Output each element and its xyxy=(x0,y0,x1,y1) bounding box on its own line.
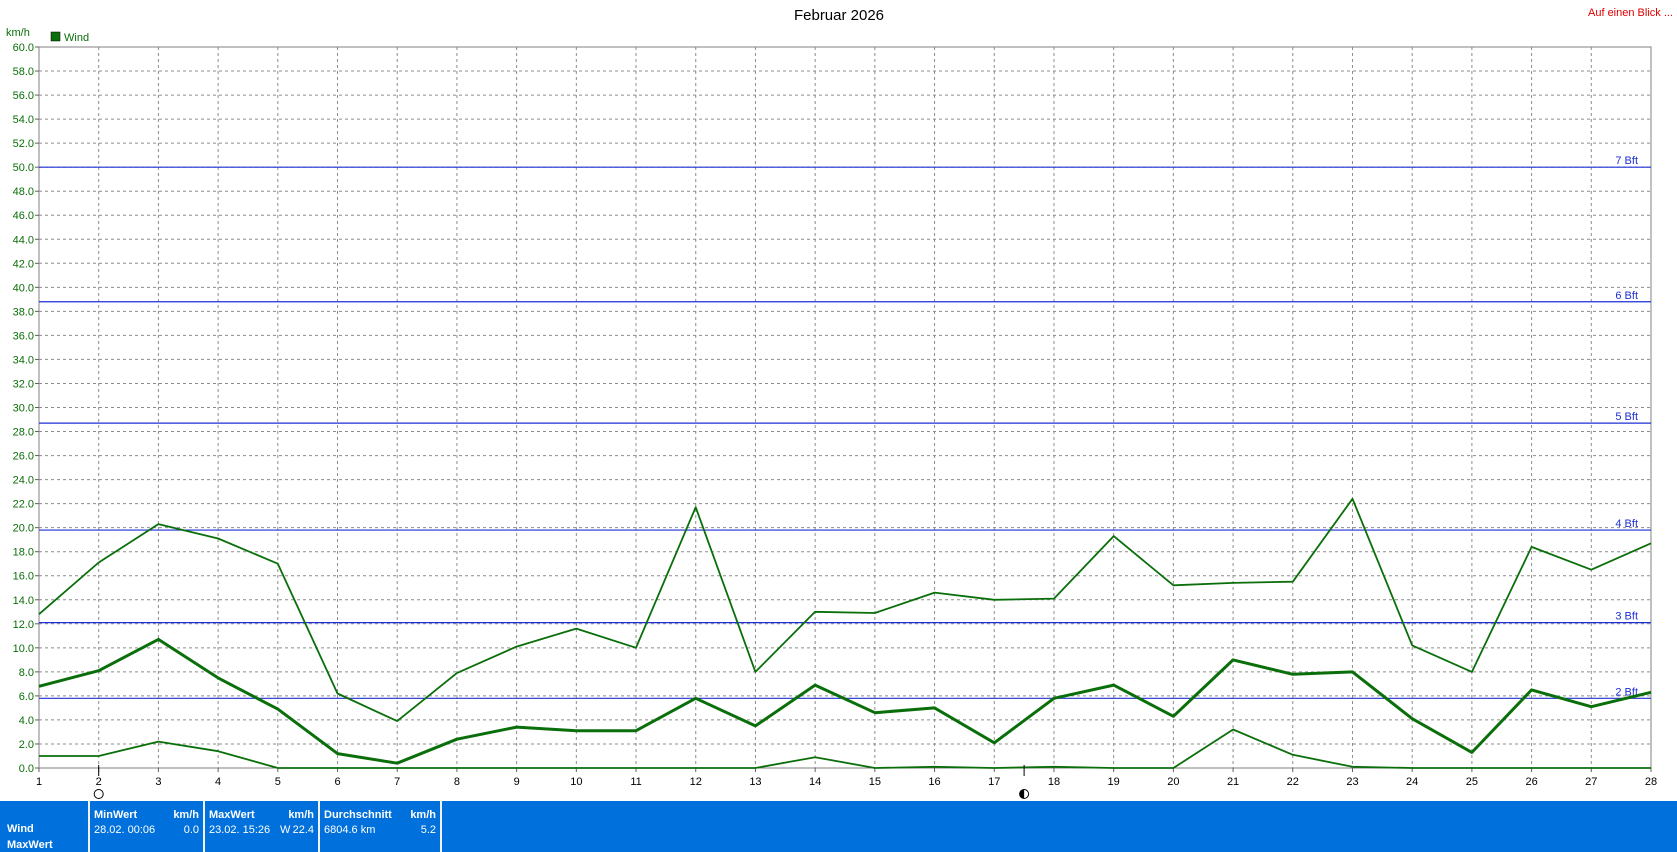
x-tick-label: 6 xyxy=(334,776,340,788)
row-label-wind: Wind xyxy=(7,823,34,835)
x-tick-label: 22 xyxy=(1287,776,1299,788)
y-tick-label: 48.0 xyxy=(13,186,34,198)
x-tick-label: 2 xyxy=(96,776,102,788)
y-tick-label: 54.0 xyxy=(13,114,34,126)
beaufort-label: 6 Bft xyxy=(1615,290,1638,302)
y-tick-label: 26.0 xyxy=(13,451,34,463)
avg-value: 5.2 xyxy=(420,824,436,836)
min-header: MinWert xyxy=(94,809,138,821)
y-tick-label: 44.0 xyxy=(13,234,34,246)
x-tick-label: 20 xyxy=(1167,776,1179,788)
y-tick-labels: 0.0 2.0 4.0 6.0 8.0 10.0 12.0 14.0 16.0 18.0 20.0 2… xyxy=(13,42,34,775)
y-tick-label: 12.0 xyxy=(13,619,34,631)
max-header: MaxWert xyxy=(209,809,255,821)
y-tick-label: 14.0 xyxy=(13,595,34,607)
y-tick-label: 4.0 xyxy=(19,715,34,727)
y-tick-label: 18.0 xyxy=(13,547,34,559)
y-tick-label: 60.0 xyxy=(13,42,34,54)
x-tick-label: 12 xyxy=(690,776,702,788)
beaufort-label: 3 Bft xyxy=(1615,611,1638,623)
x-tick-label: 19 xyxy=(1108,776,1120,788)
max-value: 22.4 xyxy=(292,824,314,836)
x-tick-label: 25 xyxy=(1466,776,1478,788)
x-tick-label: 17 xyxy=(988,776,1000,788)
x-tick-label: 24 xyxy=(1406,776,1418,788)
avg-distance: 6804.6 km xyxy=(324,824,376,836)
beaufort-label: 5 Bft xyxy=(1615,411,1638,423)
x-tick-label: 26 xyxy=(1525,776,1537,788)
legend-label-wind: Wind xyxy=(64,32,89,44)
beaufort-label: 4 Bft xyxy=(1615,518,1638,530)
y-tick-label: 24.0 xyxy=(13,475,34,487)
x-tick-label: 5 xyxy=(275,776,281,788)
y-tick-label: 38.0 xyxy=(13,306,34,318)
x-tick-label: 28 xyxy=(1645,776,1657,788)
moon-markers xyxy=(93,765,1030,799)
y-tick-label: 22.0 xyxy=(13,499,34,511)
y-tick-label: 56.0 xyxy=(13,90,34,102)
wind-chart: Februar 2026 Auf einen Blick ... km/h Wi… xyxy=(6,7,1673,799)
y-tick-label: 58.0 xyxy=(13,66,34,78)
beaufort-label: 7 Bft xyxy=(1615,155,1638,167)
x-tick-label: 14 xyxy=(809,776,821,788)
x-tick-labels: 1 2 3 4 5 6 7 8 9 10 11 12 13 14 15 16 17 18 19 20 21 22 23 24 2… xyxy=(36,776,1657,788)
y-tick-label: 10.0 xyxy=(13,643,34,655)
min-when: 28.02. 00:06 xyxy=(94,824,156,836)
x-tick-label: 8 xyxy=(454,776,460,788)
x-tick-label: 1 xyxy=(36,776,42,788)
separator xyxy=(440,801,442,852)
x-tick-label: 10 xyxy=(570,776,582,788)
stats-min-cell: MinWert km/h 28.02. 00:06 0.0 xyxy=(90,801,203,852)
max-direction: W xyxy=(280,824,291,836)
y-tick-label: 0.0 xyxy=(19,763,34,775)
y-tick-label: 28.0 xyxy=(13,427,34,439)
x-tick-label: 4 xyxy=(215,776,221,788)
avg-header: Durchschnitt xyxy=(324,809,392,821)
y-tick-label: 6.0 xyxy=(19,691,34,703)
y-axis-unit: km/h xyxy=(6,27,30,39)
y-tick-label: 20.0 xyxy=(13,523,34,535)
min-value: 0.0 xyxy=(183,824,199,836)
y-tick-label: 8.0 xyxy=(19,667,34,679)
stats-max-cell: MaxWert km/h 23.02. 15:26 W 22.4 xyxy=(205,801,318,852)
stats-rowlabels-cell: Wind MaxWert xyxy=(0,801,88,852)
y-tick-label: 46.0 xyxy=(13,210,34,222)
y-tick-label: 34.0 xyxy=(13,354,34,366)
max-when: 23.02. 15:26 xyxy=(209,824,271,836)
y-tick-label: 2.0 xyxy=(19,739,34,751)
x-tick-label: 15 xyxy=(869,776,881,788)
x-tick-label: 9 xyxy=(514,776,520,788)
x-tick-label: 7 xyxy=(394,776,400,788)
x-tick-label: 11 xyxy=(630,776,641,788)
legend-swatch-wind xyxy=(50,31,61,42)
chart-title: Februar 2026 xyxy=(794,7,884,24)
row-label-maxwert: MaxWert xyxy=(7,839,53,851)
x-tick-label: 16 xyxy=(928,776,940,788)
y-tick-label: 30.0 xyxy=(13,403,34,415)
max-unit: km/h xyxy=(288,809,314,821)
y-tick-label: 40.0 xyxy=(13,282,34,294)
min-unit: km/h xyxy=(173,809,199,821)
y-tick-label: 16.0 xyxy=(13,571,34,583)
stats-panel: Wind MaxWert MinWert km/h 28.02. 00:06 0… xyxy=(0,801,1677,852)
y-tick-label: 42.0 xyxy=(13,258,34,270)
x-tick-label: 3 xyxy=(155,776,161,788)
x-tick-label: 21 xyxy=(1227,776,1239,788)
x-tick-label: 18 xyxy=(1048,776,1060,788)
x-tick-label: 23 xyxy=(1346,776,1358,788)
y-tick-label: 32.0 xyxy=(13,378,34,390)
moon-phase-new-icon xyxy=(93,789,104,799)
y-tick-label: 52.0 xyxy=(13,138,34,150)
y-tick-label: 36.0 xyxy=(13,330,34,342)
overview-link[interactable]: Auf einen Blick ... xyxy=(1588,7,1673,19)
stats-avg-cell: Durchschnitt km/h 6804.6 km 5.2 xyxy=(320,801,440,852)
x-tick-label: 27 xyxy=(1585,776,1597,788)
x-tick-label: 13 xyxy=(749,776,761,788)
avg-unit: km/h xyxy=(410,809,436,821)
y-tick-label: 50.0 xyxy=(13,162,34,174)
